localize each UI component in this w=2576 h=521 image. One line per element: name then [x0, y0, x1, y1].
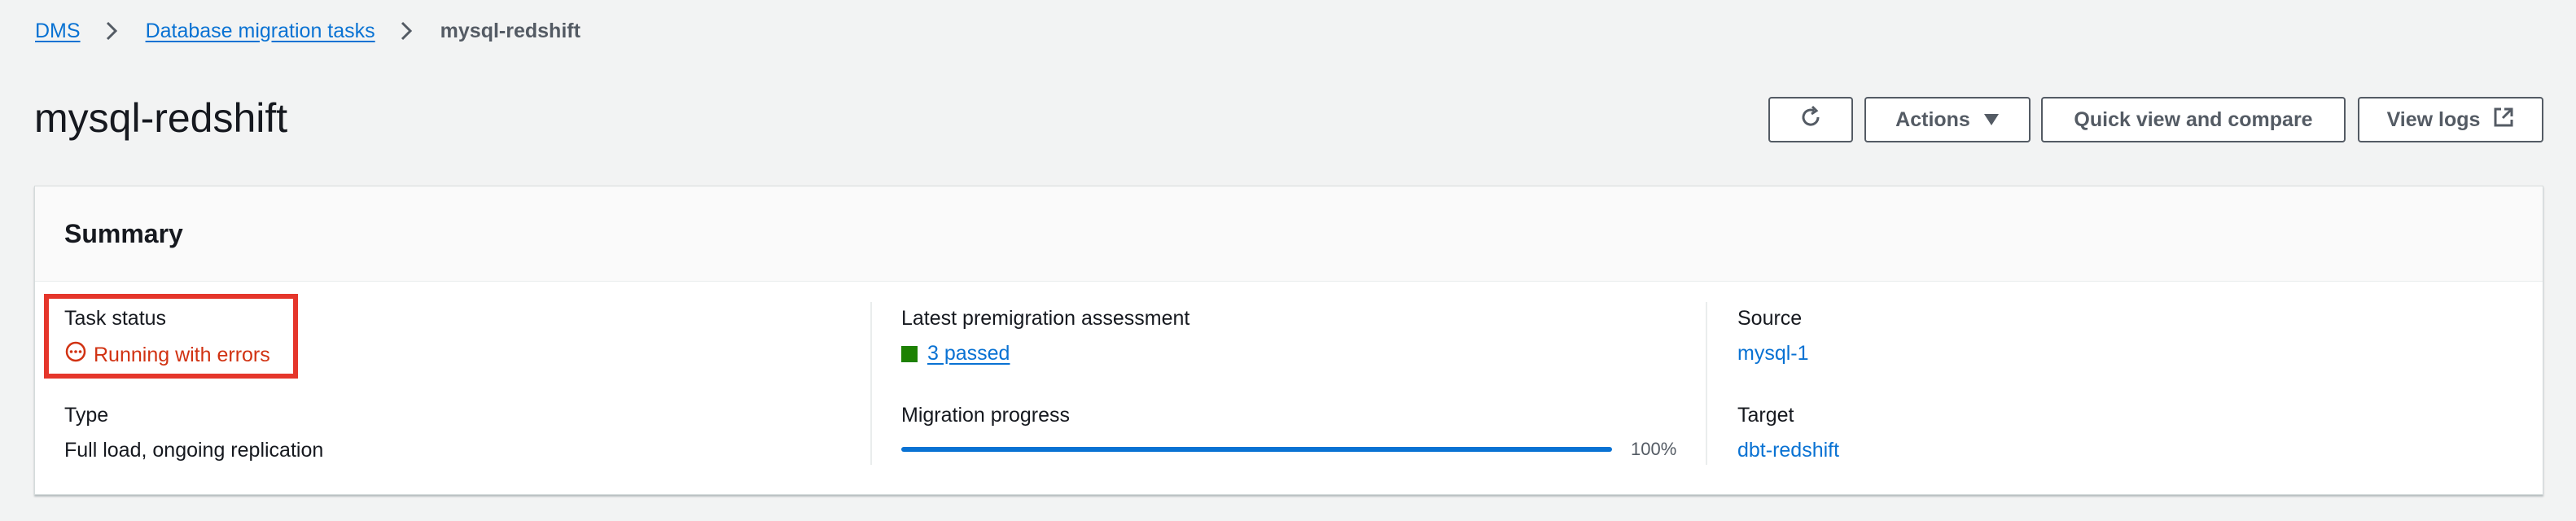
source-link[interactable]: mysql-1	[1737, 340, 1809, 366]
premigration-link[interactable]: 3 passed	[927, 342, 1010, 365]
migration-progress-bar	[901, 447, 1612, 452]
migration-progress-percent: 100%	[1631, 439, 1677, 459]
success-square-icon	[901, 346, 918, 363]
page-title: mysql-redshift	[34, 95, 288, 141]
migration-progress-label: Migration progress	[901, 404, 1071, 427]
column-divider	[870, 302, 872, 465]
refresh-icon	[1798, 105, 1823, 135]
actions-button[interactable]: Actions	[1864, 97, 2031, 142]
quick-view-label: Quick view and compare	[2074, 107, 2313, 131]
column-divider	[1706, 302, 1707, 465]
summary-title: Summary	[64, 219, 183, 248]
quick-view-compare-button[interactable]: Quick view and compare	[2041, 97, 2346, 142]
view-logs-label: View logs	[2386, 107, 2481, 131]
caret-down-icon	[1983, 108, 2000, 132]
chevron-right-icon	[392, 18, 424, 44]
premigration-value: 3 passed	[901, 340, 1010, 366]
breadcrumb-migration-tasks-link[interactable]: Database migration tasks	[146, 20, 375, 43]
external-link-icon	[2493, 107, 2514, 134]
summary-header: Summary	[35, 186, 2543, 282]
migration-progress-fill	[901, 447, 1612, 452]
actions-label: Actions	[1895, 107, 1970, 131]
target-label: Target	[1737, 404, 1794, 427]
chevron-right-icon	[97, 18, 129, 44]
refresh-button[interactable]	[1768, 97, 1853, 142]
breadcrumb: DMS Database migration tasks mysql-redsh…	[35, 18, 580, 44]
target-link[interactable]: dbt-redshift	[1737, 437, 1839, 463]
source-label: Source	[1737, 307, 1803, 330]
highlight-annotation	[44, 294, 298, 379]
type-label: Type	[64, 404, 109, 427]
premigration-label: Latest premigration assessment	[901, 307, 1190, 330]
breadcrumb-current: mysql-redshift	[440, 19, 580, 42]
view-logs-button[interactable]: View logs	[2358, 97, 2543, 142]
breadcrumb-dms-link[interactable]: DMS	[35, 20, 81, 43]
type-value: Full load, ongoing replication	[64, 439, 324, 462]
